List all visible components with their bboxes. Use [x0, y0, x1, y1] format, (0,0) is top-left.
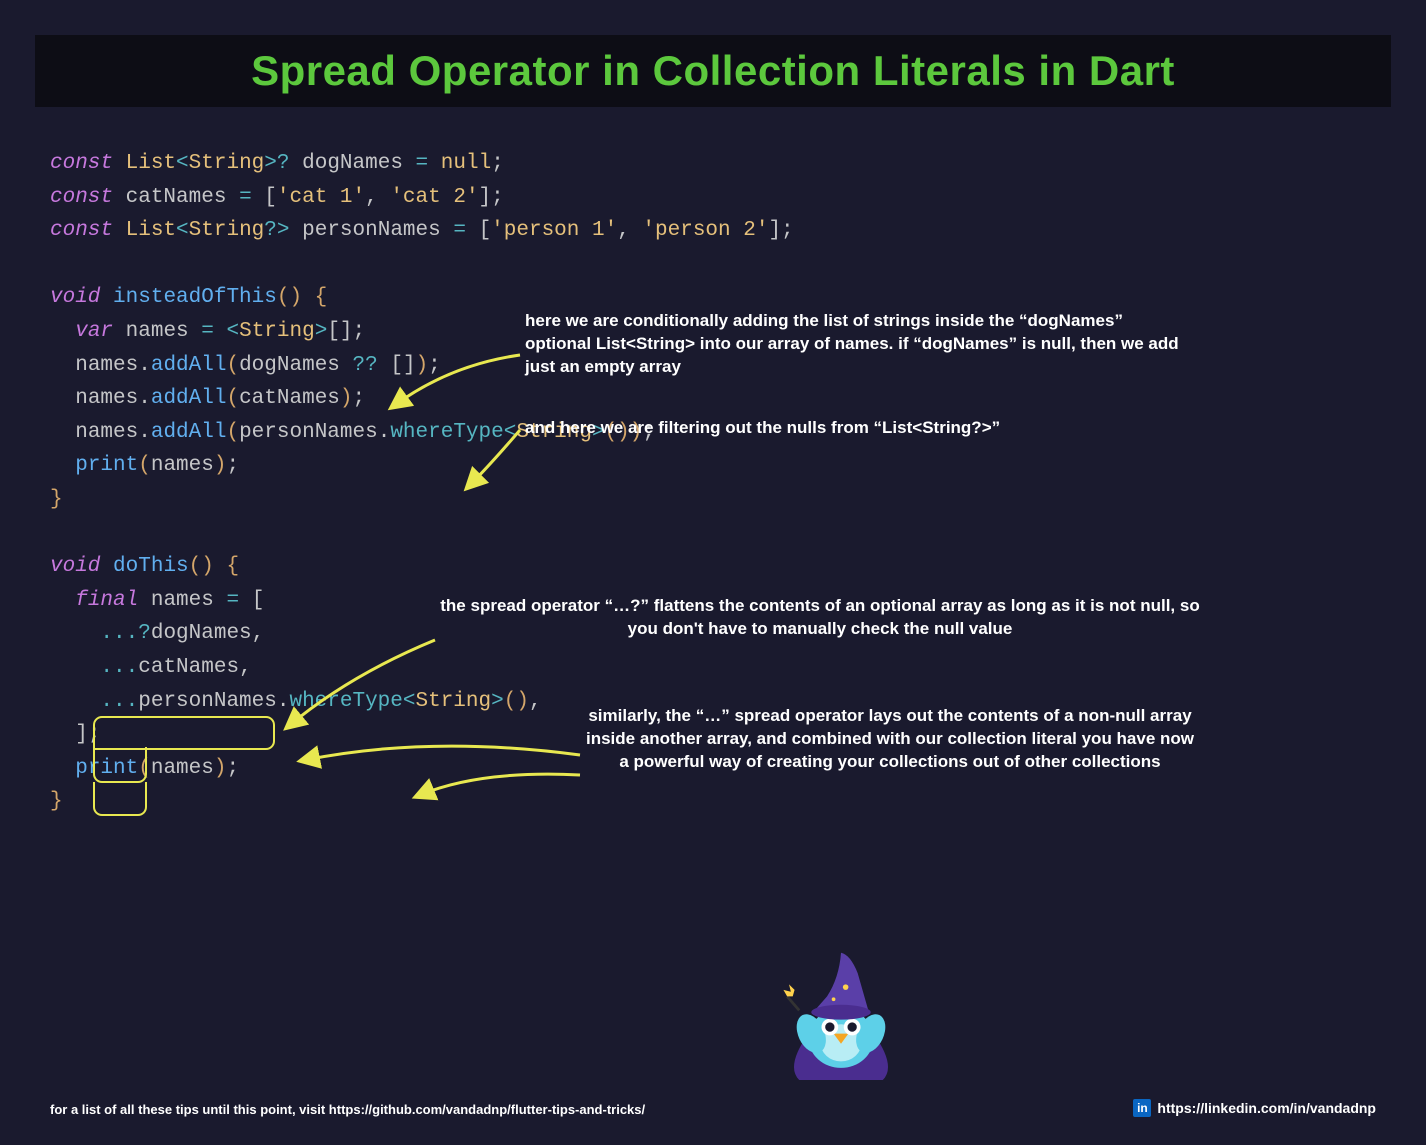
- method: whereType: [289, 690, 402, 713]
- ident: dogNames: [239, 354, 340, 377]
- ident: catNames: [138, 656, 239, 679]
- annotation-conditional-add: here we are conditionally adding the lis…: [525, 310, 1185, 379]
- fn-print: print: [75, 454, 138, 477]
- title-bar: Spread Operator in Collection Literals i…: [35, 35, 1391, 107]
- spread: ...: [100, 690, 138, 713]
- ident: personNames: [138, 690, 277, 713]
- keyword-const: const: [50, 152, 113, 175]
- type: String: [239, 320, 315, 343]
- ident: names: [75, 421, 138, 444]
- code-line: names.addAll(catNames);: [50, 382, 1376, 416]
- type: String: [416, 690, 492, 713]
- ident: personNames: [239, 421, 378, 444]
- ident: personNames: [302, 219, 441, 242]
- code-line: }: [50, 483, 1376, 517]
- string: 'person 2': [642, 219, 768, 242]
- spread: ...: [100, 656, 138, 679]
- ident: dogNames: [151, 622, 252, 645]
- ident: names: [151, 757, 214, 780]
- keyword-final: final: [75, 589, 138, 612]
- fn-print: print: [75, 757, 138, 780]
- string: 'cat 2': [390, 186, 478, 209]
- code-line: const catNames = ['cat 1', 'cat 2'];: [50, 181, 1376, 215]
- keyword-var: var: [75, 320, 113, 343]
- ident: names: [151, 589, 214, 612]
- keyword-void: void: [50, 555, 100, 578]
- null-coalesce: ??: [353, 354, 378, 377]
- q: ?: [264, 219, 277, 242]
- linkedin-icon: in: [1133, 1099, 1151, 1117]
- code-line: void doThis() {: [50, 550, 1376, 584]
- keyword-const: const: [50, 219, 113, 242]
- code-line: ...catNames,: [50, 651, 1376, 685]
- code-line: const List<String>? dogNames = null;: [50, 147, 1376, 181]
- q: ?: [277, 152, 290, 175]
- method: addAll: [151, 354, 227, 377]
- spread-q: ...?: [100, 622, 150, 645]
- code-line: print(names);: [50, 449, 1376, 483]
- null: null: [441, 152, 491, 175]
- footer-linkedin: in https://linkedin.com/in/vandadnp: [1133, 1099, 1376, 1117]
- keyword-void: void: [50, 286, 100, 309]
- string: 'cat 1': [277, 186, 365, 209]
- type: List: [126, 219, 176, 242]
- annotation-spread: similarly, the “…” spread operator lays …: [580, 705, 1200, 774]
- annotation-spread-q: the spread operator “…?” flattens the co…: [430, 595, 1210, 641]
- ident: names: [75, 387, 138, 410]
- fn-name: insteadOfThis: [113, 286, 277, 309]
- string: 'person 1': [491, 219, 617, 242]
- type: String: [189, 152, 265, 175]
- angle: >: [264, 152, 277, 175]
- eq: =: [239, 186, 252, 209]
- type: String: [189, 219, 265, 242]
- ident: names: [151, 454, 214, 477]
- method: whereType: [390, 421, 503, 444]
- fn-name: doThis: [113, 555, 189, 578]
- linkedin-url: https://linkedin.com/in/vandadnp: [1157, 1100, 1376, 1116]
- method: addAll: [151, 387, 227, 410]
- annotation-filter-nulls: and here we are filtering out the nulls …: [525, 417, 1225, 440]
- angle: <: [176, 152, 189, 175]
- ident: dogNames: [302, 152, 403, 175]
- mascot-wizard-bird-icon: [776, 945, 906, 1085]
- type: List: [126, 152, 176, 175]
- code-line: const List<String?> personNames = ['pers…: [50, 214, 1376, 248]
- page-title: Spread Operator in Collection Literals i…: [55, 47, 1371, 95]
- code-line: }: [50, 785, 1376, 819]
- eq: =: [416, 152, 429, 175]
- ident: catNames: [239, 387, 340, 410]
- ident: names: [126, 320, 189, 343]
- method: addAll: [151, 421, 227, 444]
- keyword-const: const: [50, 186, 113, 209]
- ident: names: [75, 354, 138, 377]
- eq: =: [453, 219, 466, 242]
- ident: catNames: [126, 186, 227, 209]
